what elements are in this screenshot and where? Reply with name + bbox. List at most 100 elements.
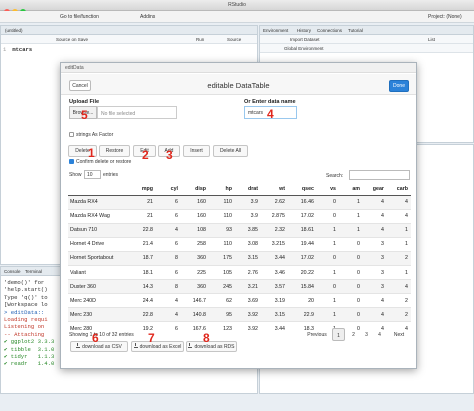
table-cell[interactable]: 14.3: [128, 279, 156, 294]
table-cell[interactable]: 140.8: [181, 307, 209, 322]
delete-all-button[interactable]: Delete All: [213, 145, 248, 157]
table-cell[interactable]: 3.15: [235, 250, 261, 266]
table-cell[interactable]: 3: [363, 236, 387, 252]
global-env-select[interactable]: Global Environment: [284, 46, 324, 51]
run-button[interactable]: Run: [196, 37, 204, 42]
table-cell[interactable]: 1: [317, 236, 339, 252]
table-cell[interactable]: 4: [363, 307, 387, 322]
table-cell[interactable]: 20.22: [288, 264, 317, 280]
table-cell[interactable]: 22.9: [288, 307, 317, 322]
table-cell[interactable]: 0: [339, 236, 363, 252]
table-cell[interactable]: 4: [363, 293, 387, 308]
table-row[interactable]: Mazda RX4 Wag 21 6 160 110 3.9 2.875 17.02 0 1 4 4: [68, 208, 411, 224]
table-cell[interactable]: 0: [339, 264, 363, 280]
table-cell[interactable]: Duster 360: [68, 279, 128, 294]
confirm-delete-checkbox[interactable]: [69, 159, 74, 164]
table-cell[interactable]: 3.9: [235, 194, 261, 210]
table-cell[interactable]: 4: [156, 293, 181, 308]
table-cell[interactable]: 19.44: [288, 236, 317, 252]
table-cell[interactable]: 0: [339, 307, 363, 322]
table-cell[interactable]: 146.7: [181, 293, 209, 308]
table-cell[interactable]: 1: [317, 264, 339, 280]
table-cell[interactable]: 110: [209, 194, 235, 210]
table-cell[interactable]: 123: [209, 321, 235, 336]
table-cell[interactable]: 21: [128, 194, 156, 210]
table-cell[interactable]: 3.215: [261, 236, 288, 252]
table-row[interactable]: Merc 230 22.8 4 140.8 95 3.92 3.15 22.9 1 0 4 2: [68, 307, 411, 322]
table-cell[interactable]: 17.02: [288, 208, 317, 224]
table-cell[interactable]: Merc 230: [68, 307, 128, 322]
page-button-1[interactable]: 1: [332, 328, 345, 341]
page-button-4[interactable]: 4: [374, 328, 385, 341]
table-cell[interactable]: 6: [156, 208, 181, 224]
table-cell[interactable]: 21.4: [128, 236, 156, 252]
table-cell[interactable]: 175: [209, 250, 235, 266]
table-cell[interactable]: 1: [317, 293, 339, 308]
table-cell[interactable]: 1: [387, 222, 411, 238]
page-button-3[interactable]: 3: [361, 328, 372, 341]
tab-environment[interactable]: Environment: [263, 28, 288, 33]
table-cell[interactable]: 18.61: [288, 222, 317, 238]
page-button-2[interactable]: 2: [348, 328, 359, 341]
tab-tutorial[interactable]: Tutorial: [348, 28, 363, 33]
table-cell[interactable]: 3.46: [261, 264, 288, 280]
table-cell[interactable]: 3: [363, 250, 387, 266]
table-cell[interactable]: 1: [339, 208, 363, 224]
next-page-button[interactable]: Next: [390, 328, 408, 341]
import-dataset-button[interactable]: Import Dataset: [290, 37, 320, 42]
page-length-select[interactable]: 10: [84, 170, 101, 179]
table-cell[interactable]: 15.84: [288, 279, 317, 294]
column-header[interactable]: vs: [317, 183, 339, 196]
list-view-toggle[interactable]: List: [428, 37, 435, 42]
table-cell[interactable]: 3.21: [235, 279, 261, 294]
source-on-save-checkbox[interactable]: Source on Save: [56, 37, 88, 42]
table-cell[interactable]: 4: [363, 194, 387, 210]
column-header[interactable]: disp: [181, 183, 209, 196]
column-header[interactable]: drat: [235, 183, 261, 196]
table-cell[interactable]: 3.57: [261, 279, 288, 294]
table-cell[interactable]: 3: [363, 264, 387, 280]
done-button[interactable]: Done: [389, 80, 409, 92]
column-header[interactable]: carb: [387, 183, 411, 196]
go-to-file-input[interactable]: Go to file/function: [60, 14, 99, 20]
table-cell[interactable]: 21: [128, 208, 156, 224]
table-cell[interactable]: 4: [156, 222, 181, 238]
table-row[interactable]: Hornet 4 Drive 21.4 6 258 110 3.08 3.215 19.44 1…: [68, 236, 411, 252]
table-cell[interactable]: 4: [387, 279, 411, 294]
table-cell[interactable]: 22.8: [128, 307, 156, 322]
table-cell[interactable]: 3: [363, 279, 387, 294]
table-cell[interactable]: 4: [363, 222, 387, 238]
download-csv-button[interactable]: download as CSV: [70, 341, 128, 352]
table-cell[interactable]: 1: [317, 307, 339, 322]
table-cell[interactable]: 110: [209, 208, 235, 224]
table-cell[interactable]: 93: [209, 222, 235, 238]
restore-button[interactable]: Restore: [99, 145, 130, 157]
table-cell[interactable]: 4: [387, 208, 411, 224]
table-cell[interactable]: 108: [181, 222, 209, 238]
table-cell[interactable]: 1: [339, 222, 363, 238]
table-cell[interactable]: 258: [181, 236, 209, 252]
column-header[interactable]: mpg: [128, 183, 156, 196]
strings-as-factor-checkbox[interactable]: [69, 132, 74, 137]
download-excel-button[interactable]: download as Excel: [131, 341, 184, 352]
table-cell[interactable]: 2.76: [235, 264, 261, 280]
table-cell[interactable]: 4: [363, 208, 387, 224]
table-cell[interactable]: 6: [156, 236, 181, 252]
table-cell[interactable]: 20: [288, 293, 317, 308]
table-cell[interactable]: 245: [209, 279, 235, 294]
table-cell[interactable]: 8: [156, 250, 181, 266]
project-menu[interactable]: Project: (None): [428, 14, 462, 20]
table-cell[interactable]: 1: [317, 222, 339, 238]
insert-button[interactable]: Insert: [183, 145, 210, 157]
table-cell[interactable]: 160: [181, 194, 209, 210]
table-cell[interactable]: Datsun 710: [68, 222, 128, 238]
table-cell[interactable]: 0: [317, 208, 339, 224]
table-cell[interactable]: 4: [156, 307, 181, 322]
table-cell[interactable]: 2.32: [261, 222, 288, 238]
table-cell[interactable]: 18.1: [128, 264, 156, 280]
search-input[interactable]: [349, 170, 410, 180]
table-cell[interactable]: 3.9: [235, 208, 261, 224]
table-cell[interactable]: 4: [387, 194, 411, 210]
table-cell[interactable]: 6: [156, 321, 181, 336]
table-cell[interactable]: 24.4: [128, 293, 156, 308]
